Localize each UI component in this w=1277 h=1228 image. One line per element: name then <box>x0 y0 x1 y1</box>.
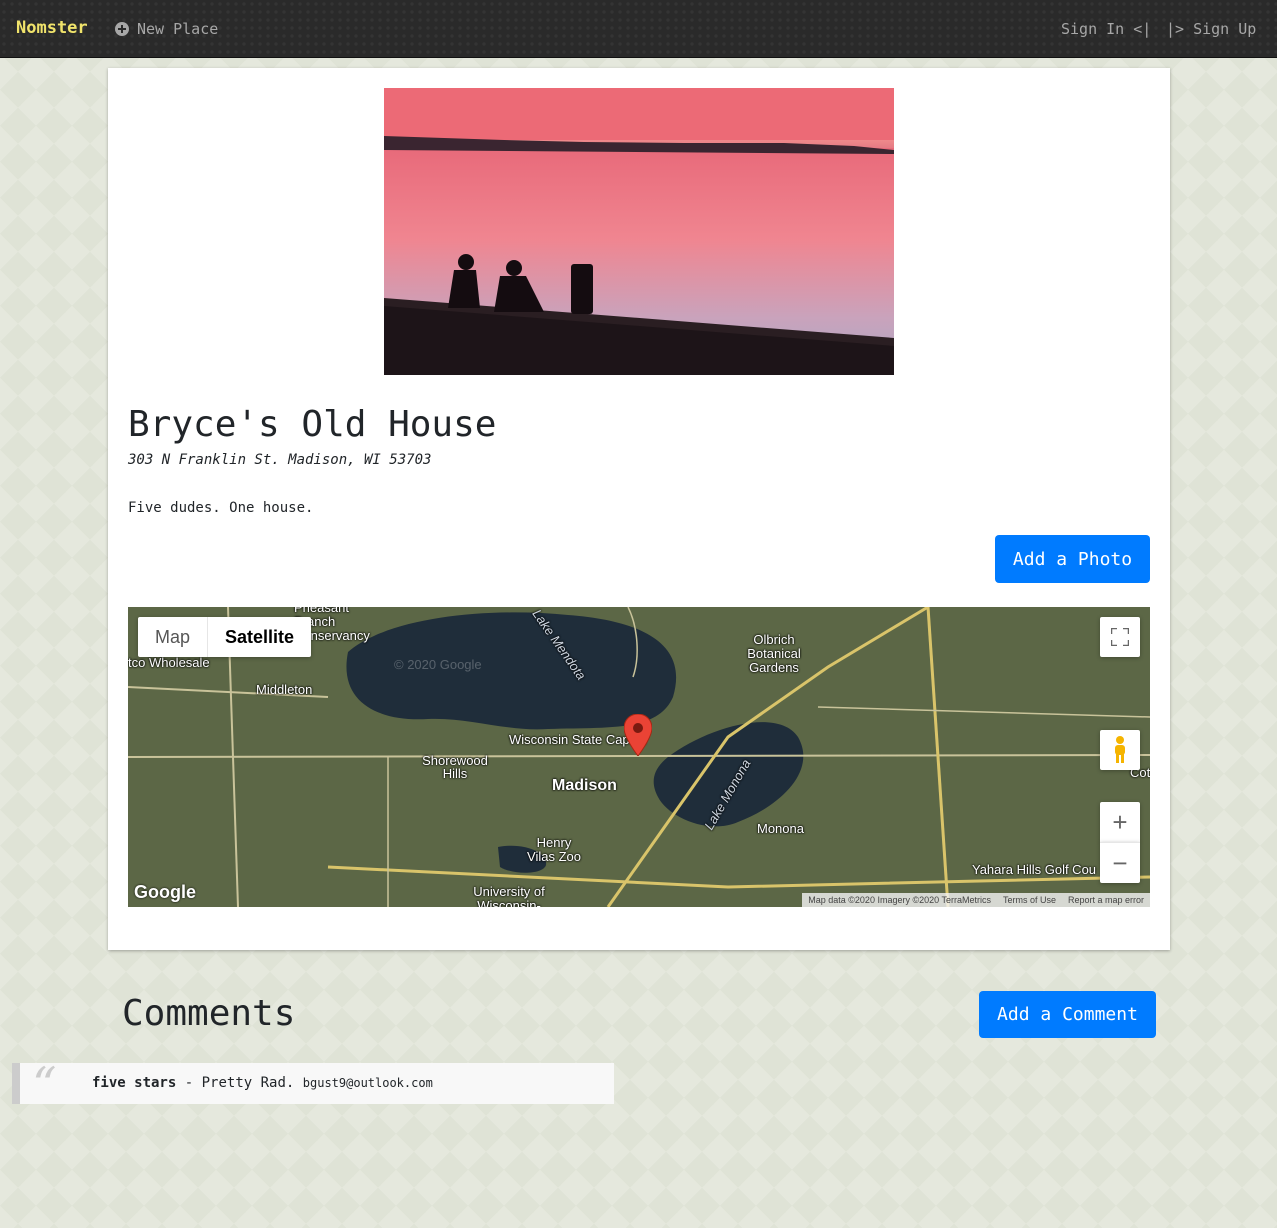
place-address: 303 N Franklin St. Madison, WI 53703 <box>128 452 432 468</box>
place-name: Bryce's Old House <box>128 404 497 445</box>
map-terms-link[interactable]: Terms of Use <box>1003 893 1056 907</box>
add-photo-button[interactable]: Add a Photo <box>995 535 1150 583</box>
map-label-shorewood: Shorewood Hills <box>422 753 488 781</box>
map-type-control: Map Satellite <box>138 617 312 657</box>
map-label-costco: tco Wholesale <box>128 655 210 670</box>
map-label-henry-vilas: Henry Vilas Zoo <box>527 835 581 864</box>
brand-link[interactable]: Nomster <box>16 18 88 38</box>
map-marker-icon[interactable] <box>624 714 652 756</box>
new-place-link[interactable]: New Place <box>115 20 218 38</box>
navbar: Nomster New Place Sign In <| |> Sign Up <box>0 0 1277 58</box>
comment-rating: five stars <box>92 1075 177 1091</box>
map-watermark: © 2020 Google <box>394 657 482 672</box>
place-card: Bryce's Old House 303 N Franklin St. Mad… <box>108 68 1170 950</box>
comment-separator: - <box>184 1075 194 1091</box>
google-logo: Google <box>134 882 196 902</box>
map-report-link[interactable]: Report a map error <box>1068 893 1144 907</box>
zoom-out-icon[interactable]: − <box>1100 842 1140 883</box>
comment-message: Pretty Rad. <box>201 1075 295 1091</box>
place-description: Five dudes. One house. <box>128 500 314 516</box>
map-footer: Map data ©2020 Imagery ©2020 TerraMetric… <box>802 893 1150 907</box>
map-label-university: University of Wisconsin-Madison <box>473 884 545 908</box>
place-photo <box>384 88 894 375</box>
quote-icon: “ <box>32 1057 57 1113</box>
new-place-label: New Place <box>137 20 219 38</box>
comments-title: Comments <box>122 993 296 1034</box>
add-comment-button[interactable]: Add a Comment <box>979 991 1156 1038</box>
map-type-satellite-button[interactable]: Satellite <box>208 617 311 657</box>
map-label-yahara: Yahara Hills Golf Cou <box>972 862 1097 877</box>
map-label-madison: Madison <box>552 777 617 794</box>
fullscreen-icon[interactable] <box>1100 617 1140 657</box>
pegman-icon[interactable] <box>1100 730 1140 770</box>
comment-item: “ five stars - Pretty Rad. bgust9@outloo… <box>12 1057 614 1113</box>
map-type-map-button[interactable]: Map <box>138 617 209 657</box>
sign-in-link[interactable]: Sign In <| <box>1061 20 1151 38</box>
map-label-olbrich: Olbrich Botanical Gardens <box>747 632 801 675</box>
sunset-lake-image <box>384 88 894 375</box>
map-label-middleton: Middleton <box>256 682 313 697</box>
sign-up-link[interactable]: |> Sign Up <box>1166 20 1256 38</box>
map-attribution: Map data ©2020 Imagery ©2020 TerraMetric… <box>808 895 991 905</box>
map-label-monona: Monona <box>757 821 804 836</box>
zoom-in-icon[interactable]: + <box>1100 802 1140 842</box>
comment-author: bgust9@outlook.com <box>302 1076 433 1090</box>
plus-circle-icon <box>115 22 129 36</box>
comment-text: five stars - Pretty Rad. bgust9@outlook.… <box>92 1075 433 1091</box>
google-map[interactable]: tco Wholesale Middleton Pheasant Branch … <box>128 607 1150 907</box>
